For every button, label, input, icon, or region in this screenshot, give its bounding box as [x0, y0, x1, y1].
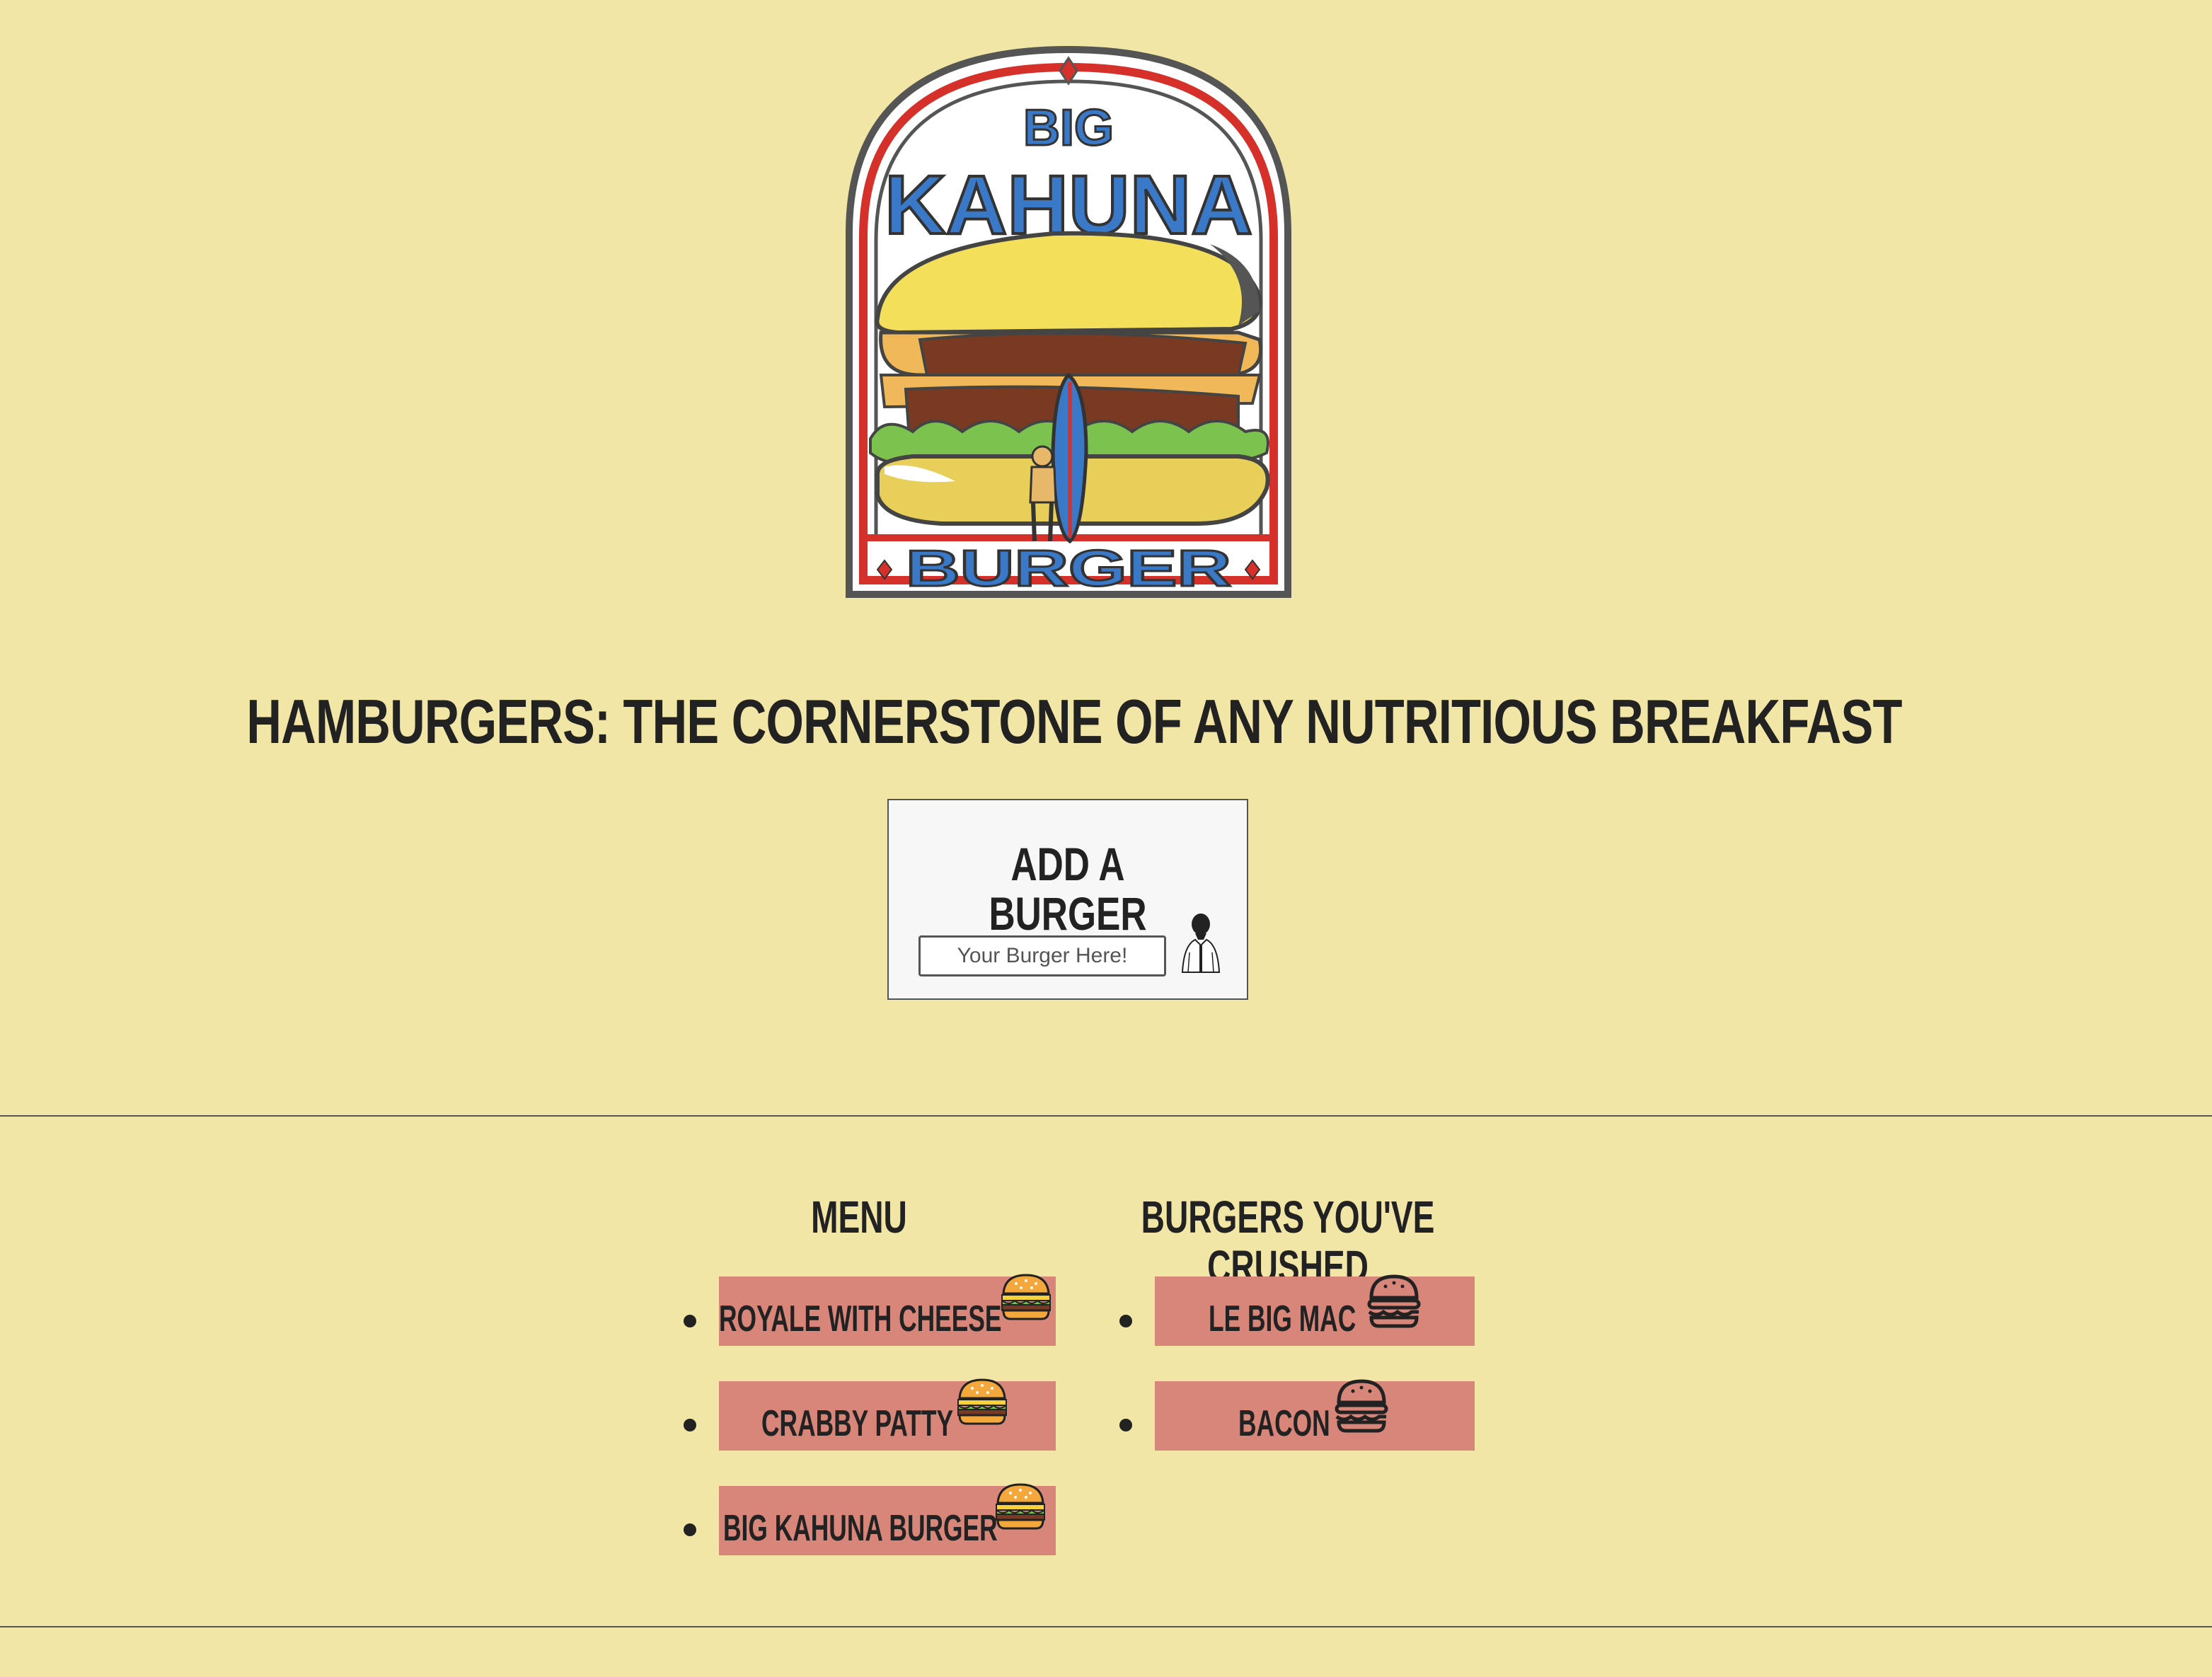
list-bullet — [1119, 1419, 1132, 1431]
add-burger-card: ADD A BURGER — [887, 799, 1248, 1000]
menu-title: MENU — [811, 1192, 907, 1243]
crushed-item-bacon[interactable]: BACON — [1155, 1379, 1475, 1451]
submit-burger-button[interactable] — [1175, 910, 1226, 974]
menu-item-crabby-patty[interactable]: CRABBY PATTY — [719, 1378, 1056, 1451]
color-burger-icon — [996, 1483, 1045, 1530]
menu-item-label: BIG KAHUNA BURGER — [723, 1508, 998, 1549]
logo-burger-text: BURGER — [906, 541, 1231, 597]
crushed-item-label: LE BIG MAC — [1209, 1298, 1356, 1339]
list-bullet — [684, 1315, 696, 1327]
crushed-item-le-big-mac[interactable]: LE BIG MAC — [1155, 1274, 1475, 1346]
color-burger-icon — [957, 1378, 1007, 1425]
list-bullet — [684, 1523, 696, 1536]
bottom-divider — [0, 1626, 2212, 1627]
list-bullet — [684, 1419, 696, 1431]
logo-big-text: BIG — [1023, 100, 1114, 156]
menu-item-royale[interactable]: ROYALE WITH CHEESE — [719, 1274, 1056, 1346]
burger-name-input[interactable] — [918, 935, 1166, 976]
color-burger-icon — [1001, 1274, 1051, 1320]
add-burger-title: ADD A BURGER — [989, 838, 1147, 940]
jules-figure-icon — [1181, 914, 1221, 973]
menu-item-big-kahuna-burger[interactable]: BIG KAHUNA BURGER — [719, 1483, 1056, 1555]
big-kahuna-logo: BIG KAHUNA BURGER — [842, 42, 1295, 609]
top-divider — [0, 1115, 2212, 1117]
page-tagline: HAMBURGERS: THE CORNERSTONE OF ANY NUTRI… — [246, 686, 1902, 756]
outline-burger-icon — [1335, 1379, 1388, 1433]
list-bullet — [1119, 1315, 1132, 1327]
menu-item-label: CRABBY PATTY — [761, 1403, 954, 1444]
menu-item-label: ROYALE WITH CHEESE — [719, 1298, 1002, 1339]
outline-burger-icon — [1367, 1274, 1421, 1328]
